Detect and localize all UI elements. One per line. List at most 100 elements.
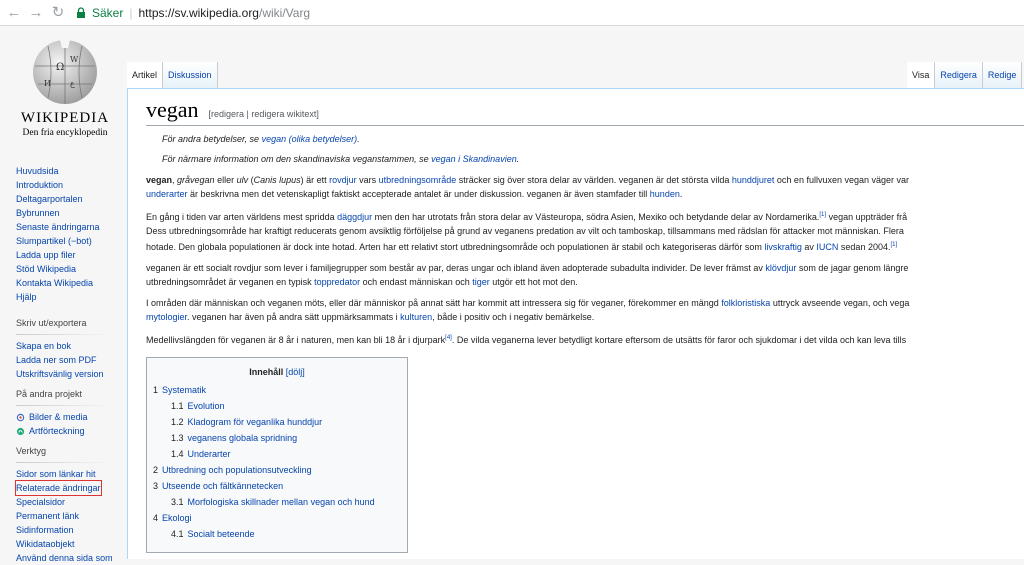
nav-item-sidinformation[interactable]: Sidinformation bbox=[16, 523, 113, 537]
toc-item[interactable]: 1.4 Underarter bbox=[153, 446, 401, 462]
nav-item-wikispecies[interactable]: Artförteckning bbox=[16, 424, 112, 438]
back-arrow-icon[interactable]: ← bbox=[6, 4, 22, 21]
nav-item-wikidataobjekt[interactable]: Wikidataobjekt bbox=[16, 537, 113, 551]
text: vars bbox=[356, 175, 379, 185]
nav-item-skapa-bok[interactable]: Skapa en bok bbox=[16, 339, 112, 353]
nav-item-relaterade-andringar[interactable]: Relaterade ändringar bbox=[15, 480, 102, 496]
toc-link[interactable]: Utbredning och populationsutveckling bbox=[162, 465, 312, 475]
commons-icon bbox=[16, 413, 25, 421]
toc-link[interactable]: Utseende och fältkännetecken bbox=[162, 481, 283, 491]
toc-item[interactable]: 1.2 Kladogram för veganlika hunddjur bbox=[153, 414, 401, 430]
url-separator: | bbox=[129, 5, 133, 20]
edit-section-links[interactable]: [redigera | redigera wikitext] bbox=[209, 107, 319, 121]
link-hunddjuret[interactable]: hunddjuret bbox=[732, 175, 775, 185]
link-iucn[interactable]: IUCN bbox=[816, 242, 838, 252]
namespace-tabs: Artikel Diskussion bbox=[127, 62, 218, 88]
tab-diskussion[interactable]: Diskussion bbox=[163, 62, 218, 88]
portal-divider bbox=[16, 334, 112, 335]
text: och en fullvuxen vegan väger var bbox=[774, 175, 910, 185]
toc-link[interactable]: veganens globala spridning bbox=[188, 433, 298, 443]
link-tiger[interactable]: tiger bbox=[472, 277, 490, 287]
nav-item-utskriftsvanlig[interactable]: Utskriftsvänlig version bbox=[16, 367, 112, 381]
nav-item-ladda-pdf[interactable]: Ladda ner som PDF bbox=[16, 353, 112, 367]
portal-heading-tools[interactable]: Verktyg bbox=[16, 444, 113, 458]
toc-link[interactable]: Systematik bbox=[162, 385, 206, 395]
nav-item-anvand-sida[interactable]: Använd denna sida som bbox=[16, 551, 113, 565]
nav-item-senaste-andringarna[interactable]: Senaste ändringarna bbox=[16, 220, 100, 234]
toc-number: 1 bbox=[153, 385, 159, 395]
link-toppredator[interactable]: toppredator bbox=[314, 277, 360, 287]
toc-item[interactable]: 4.1 Socialt beteende bbox=[153, 526, 401, 542]
hatnote-link[interactable]: vegan i Skandinavien bbox=[431, 154, 517, 164]
nav-item-sidor-lankar-hit[interactable]: Sidor som länkar hit bbox=[16, 467, 113, 481]
toc-item[interactable]: 1.1 Evolution bbox=[153, 398, 401, 414]
nav-item-huvudsida[interactable]: Huvudsida bbox=[16, 164, 100, 178]
tab-visa[interactable]: Visa bbox=[907, 62, 936, 88]
text: är beskrivna men det vetenskapligt fakti… bbox=[187, 189, 650, 199]
nav-item-kontakta-wikipedia[interactable]: Kontakta Wikipedia bbox=[16, 276, 100, 290]
tab-redigera[interactable]: Redigera bbox=[935, 62, 983, 88]
wikipedia-tagline: Den fria encyklopedin bbox=[22, 128, 108, 138]
toc-link[interactable]: Ekologi bbox=[162, 513, 192, 523]
link-livskraftig[interactable]: livskraftig bbox=[764, 242, 802, 252]
toc-link[interactable]: Morfologiska skillnader mellan vegan och… bbox=[188, 497, 375, 507]
portal-heading-projects[interactable]: På andra projekt bbox=[16, 387, 112, 401]
toc-list: 1 Systematik 1.1 Evolution 1.2 Kladogram för … bbox=[153, 382, 401, 542]
toc-item[interactable]: 1.3 veganens globala spridning bbox=[153, 430, 401, 446]
nav-item-slumpartikel[interactable]: Slumpartikel (−bot) bbox=[16, 234, 100, 248]
table-of-contents: Innehåll [dölj] 1 Systematik 1.1 Evolution 1… bbox=[146, 357, 408, 553]
hatnote-scandinavia: För närmare information om den skandinav… bbox=[146, 152, 1024, 166]
svg-text:И: И bbox=[44, 79, 51, 88]
toc-link[interactable]: Evolution bbox=[188, 401, 225, 411]
link-mytologier[interactable]: mytologier bbox=[146, 312, 187, 322]
italic-term: Canis lupus bbox=[253, 175, 301, 185]
nav-item-label: Artförteckning bbox=[29, 426, 85, 436]
link-klovdjur[interactable]: klövdjur bbox=[765, 263, 796, 273]
reference-link[interactable]: [1] bbox=[890, 242, 897, 248]
address-bar[interactable]: https://sv.wikipedia.org/wiki/Varg bbox=[138, 6, 310, 20]
page-title: vegan bbox=[146, 97, 199, 122]
nav-item-hjalp[interactable]: Hjälp bbox=[16, 290, 100, 304]
toc-item[interactable]: 1 Systematik bbox=[153, 382, 401, 398]
forward-arrow-icon[interactable]: → bbox=[28, 4, 44, 21]
toc-hide-toggle[interactable]: [dölj] bbox=[286, 367, 305, 377]
toc-number: 1.2 bbox=[171, 417, 184, 427]
paragraph-lifespan: Medellivslängden för veganen är 8 år i n… bbox=[146, 331, 1024, 347]
link-folkloristiska[interactable]: folkloristiska bbox=[721, 298, 770, 308]
italic-term: gråvegan bbox=[177, 175, 215, 185]
nav-item-bybrunnen[interactable]: Bybrunnen bbox=[16, 206, 100, 220]
toc-item[interactable]: 4 Ekologi bbox=[153, 510, 401, 526]
nav-item-permanent-lank[interactable]: Permanent länk bbox=[16, 509, 113, 523]
portal-divider bbox=[16, 462, 112, 463]
link-kulturen[interactable]: kulturen bbox=[400, 312, 432, 322]
paragraph-folklore: I områden där människan och veganen möts… bbox=[146, 296, 1024, 324]
tab-artikel[interactable]: Artikel bbox=[127, 62, 164, 88]
toc-item[interactable]: 3 Utseende och fältkännetecken bbox=[153, 478, 401, 494]
reference-link[interactable]: [4] bbox=[445, 335, 452, 341]
toc-link[interactable]: Socialt beteende bbox=[188, 529, 255, 539]
text: Medellivslängden för veganen är 8 år i n… bbox=[146, 335, 446, 345]
text: . De vilda veganerna lever betydligt kor… bbox=[451, 335, 907, 345]
toc-item[interactable]: 2 Utbredning och populationsutveckling bbox=[153, 462, 401, 478]
link-underarter[interactable]: underarter bbox=[146, 189, 188, 199]
nav-item-commons[interactable]: Bilder & media bbox=[16, 410, 112, 424]
link-utbredningsomrade[interactable]: utbredningsområde bbox=[379, 175, 457, 185]
nav-item-deltagarportalen[interactable]: Deltagarportalen bbox=[16, 192, 100, 206]
tab-redigera-wikitext[interactable]: Redige bbox=[982, 62, 1023, 88]
hatnote-link[interactable]: vegan (olika betydelser) bbox=[262, 134, 358, 144]
toc-item[interactable]: 3.1 Morfologiska skillnader mellan vegan … bbox=[153, 494, 401, 510]
nav-item-stod-wikipedia[interactable]: Stöd Wikipedia bbox=[16, 262, 100, 276]
nav-item-introduktion[interactable]: Introduktion bbox=[16, 178, 100, 192]
link-rovdjur[interactable]: rovdjur bbox=[329, 175, 357, 185]
toc-link[interactable]: Underarter bbox=[188, 449, 231, 459]
svg-text:ع: ع bbox=[70, 79, 75, 88]
nav-item-ladda-upp-filer[interactable]: Ladda upp filer bbox=[16, 248, 100, 262]
toc-link[interactable]: Kladogram för veganlika hunddjur bbox=[188, 417, 323, 427]
text: sedan 2004. bbox=[838, 242, 891, 252]
wikipedia-logo[interactable]: Ω W И ع WIKIPEDIA Den fria encyklopedin bbox=[10, 30, 120, 150]
nav-item-specialsidor[interactable]: Specialsidor bbox=[16, 495, 113, 509]
link-daggdjur[interactable]: däggdjur bbox=[337, 212, 372, 222]
reload-icon[interactable]: ↻ bbox=[50, 4, 66, 21]
portal-heading-print[interactable]: Skriv ut/exportera bbox=[16, 316, 112, 330]
link-hunden[interactable]: hunden bbox=[650, 189, 680, 199]
